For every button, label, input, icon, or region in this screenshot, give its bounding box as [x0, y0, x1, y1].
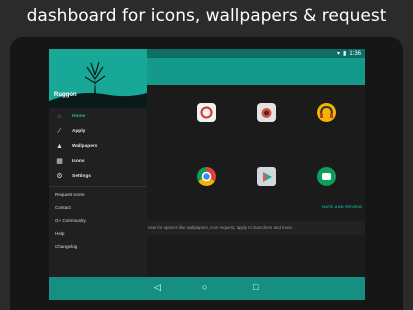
drawer-header: Ruggon	[49, 49, 147, 108]
changelog-link[interactable]: Changelog	[55, 244, 77, 249]
app-name: Ruggon	[54, 92, 77, 98]
play-store-app-icon[interactable]	[257, 167, 276, 186]
home-nav-icon[interactable]: ○	[202, 282, 207, 292]
hangouts-app-icon[interactable]	[317, 167, 336, 186]
gear-icon: ⚙	[56, 173, 63, 180]
battery-icon: ▮	[343, 51, 347, 57]
tree-silhouette-icon	[49, 61, 147, 108]
clock: 1:36	[349, 50, 361, 57]
back-icon[interactable]: ◁	[154, 282, 161, 293]
wand-icon: ⁄	[58, 128, 61, 135]
contact-link[interactable]: Contact	[55, 205, 71, 210]
menu-item-settings[interactable]: ⚙ Settings	[49, 169, 147, 184]
tablet-frame: ▾ ▮ 1:36 RATE AND REVIEW new for options…	[10, 37, 403, 310]
home-icon: ⌂	[57, 113, 62, 120]
screen: ▾ ▮ 1:36 RATE AND REVIEW new for options…	[49, 49, 365, 300]
grid-icon: ▦	[56, 158, 63, 165]
promo-headline: dashboard for icons, wallpapers & reques…	[26, 6, 387, 26]
menu-item-home[interactable]: ⌂ Home	[49, 109, 147, 124]
navigation-drawer: Ruggon ⌂ Home ⁄ Apply ▲ Wallpapers ▦ Ico…	[49, 49, 147, 277]
camera-app-icon[interactable]	[257, 103, 276, 122]
menu-item-icons[interactable]: ▦ Icons	[49, 154, 147, 169]
image-icon: ▲	[56, 143, 63, 150]
navigation-bar: ◁ ○ □	[49, 277, 365, 300]
menu-item-apply[interactable]: ⁄ Apply	[49, 124, 147, 139]
headphones-app-icon[interactable]	[317, 103, 336, 122]
request-icons-link[interactable]: Request Icons	[55, 192, 84, 197]
help-link[interactable]: Help	[55, 231, 64, 236]
menu-item-wallpapers[interactable]: ▲ Wallpapers	[49, 139, 147, 154]
drawer-divider	[49, 186, 147, 187]
info-text: new for options like wallpapers, icon re…	[148, 225, 294, 230]
mail-app-icon[interactable]	[197, 103, 216, 122]
rate-review-link[interactable]: RATE AND REVIEW	[322, 204, 362, 209]
chrome-app-icon[interactable]	[197, 167, 216, 186]
recents-icon[interactable]: □	[253, 282, 258, 292]
wifi-icon: ▾	[336, 51, 340, 57]
community-link[interactable]: G+ Community	[55, 218, 86, 223]
